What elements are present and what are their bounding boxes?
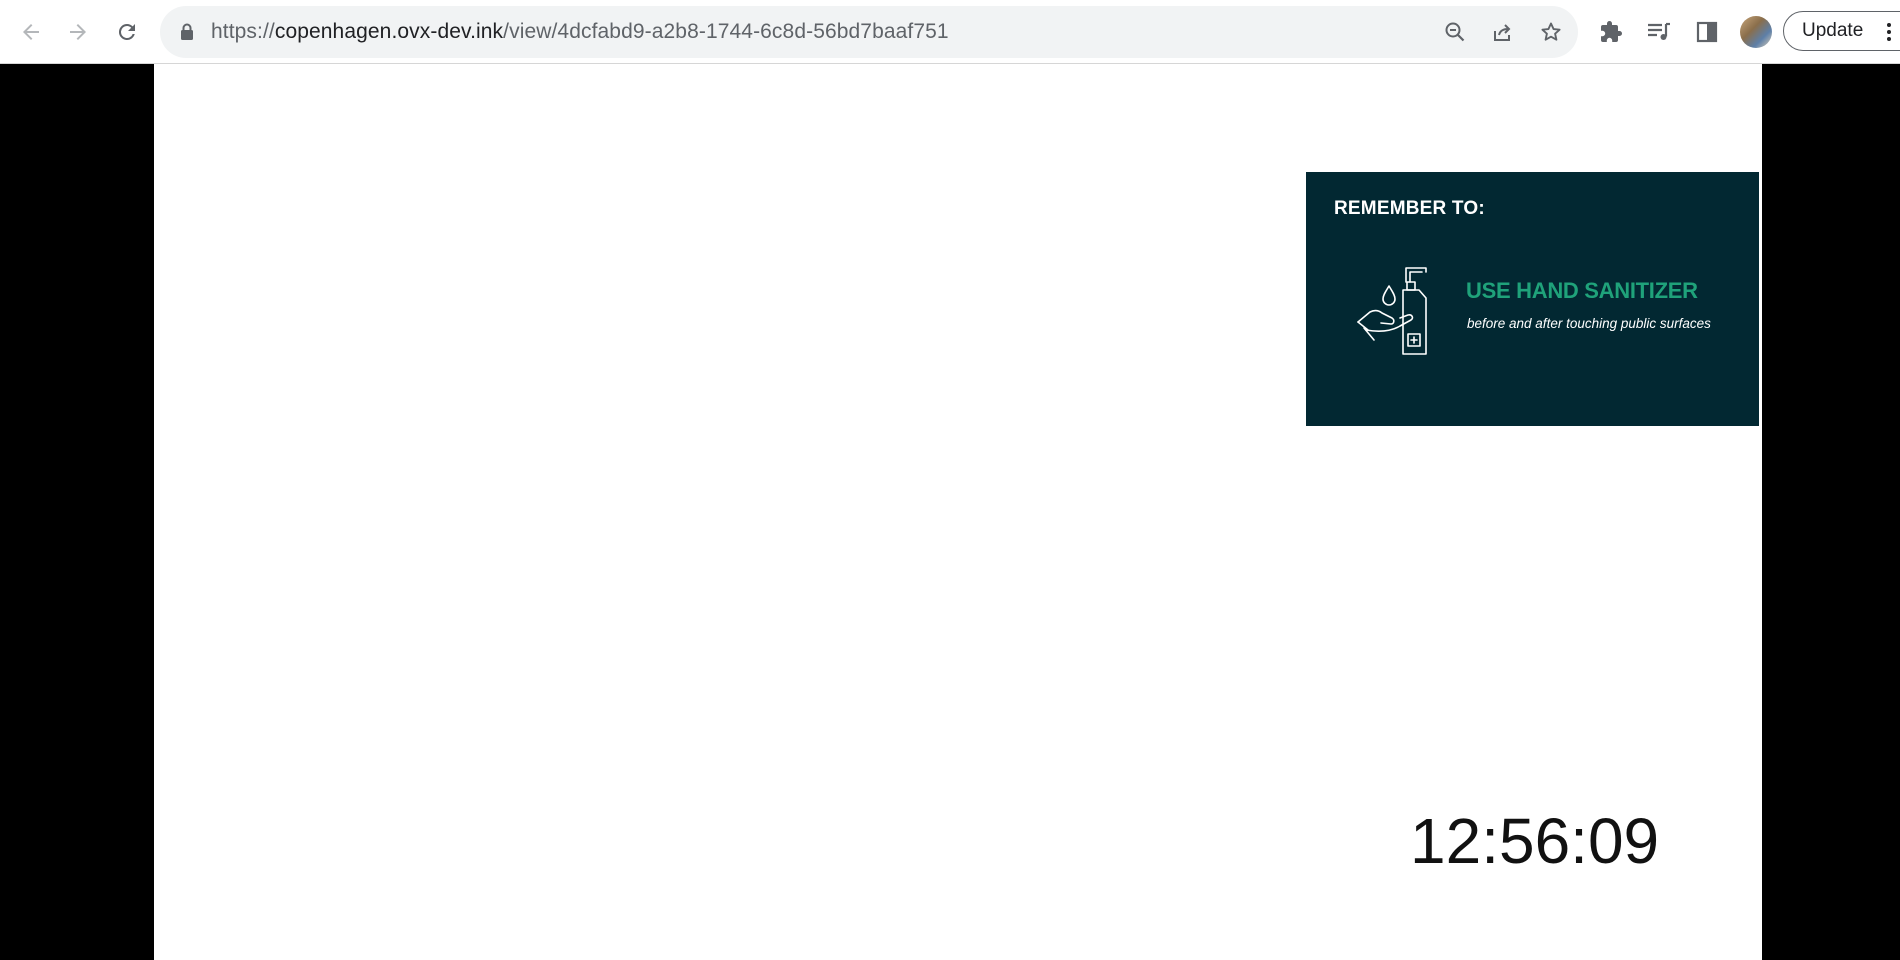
zoom-out-icon[interactable]: [1442, 19, 1468, 45]
url-host: copenhagen.ovx-dev.ink: [274, 20, 504, 43]
forward-arrow-icon: [70, 24, 86, 40]
reload-icon: [118, 23, 135, 40]
browser-viewport: REMEMBER TO: USE HAND SANITIZER before a…: [0, 64, 1900, 960]
share-icon[interactable]: [1490, 19, 1516, 45]
back-arrow-icon: [23, 24, 39, 40]
kebab-menu-icon: [1887, 23, 1891, 41]
signage-page: REMEMBER TO: USE HAND SANITIZER before a…: [154, 64, 1762, 960]
notice-title: USE HAND SANITIZER: [1466, 278, 1698, 303]
reload-button[interactable]: [107, 12, 147, 52]
notice-heading: REMEMBER TO:: [1334, 198, 1485, 219]
forward-button[interactable]: [58, 12, 98, 52]
address-bar[interactable]: https://copenhagen.ovx-dev.ink/view/4dcf…: [160, 6, 1578, 58]
side-panel-icon[interactable]: [1693, 18, 1721, 46]
lock-icon[interactable]: [178, 22, 196, 42]
url-scheme: https://: [211, 20, 275, 43]
profile-avatar[interactable]: [1740, 16, 1772, 48]
notice-subtitle: before and after touching public surface…: [1467, 316, 1711, 331]
star-icon[interactable]: [1538, 19, 1564, 45]
hand-sanitizer-notice: REMEMBER TO: USE HAND SANITIZER before a…: [1306, 172, 1759, 426]
update-button[interactable]: Update: [1783, 11, 1900, 51]
hand-sanitizer-icon: [1357, 267, 1427, 355]
update-label: Update: [1802, 20, 1864, 41]
media-queue-icon[interactable]: [1645, 18, 1673, 46]
puzzle-icon[interactable]: [1597, 18, 1625, 46]
url-text[interactable]: https://copenhagen.ovx-dev.ink/view/4dcf…: [211, 6, 949, 58]
browser-toolbar: https://copenhagen.ovx-dev.ink/view/4dcf…: [0, 0, 1900, 64]
url-path: /view/4dcfabd9-a2b8-1744-6c8d-56bd7baaf7…: [503, 20, 949, 43]
back-button[interactable]: [11, 12, 51, 52]
digital-clock: 12:56:09: [1410, 805, 1660, 877]
